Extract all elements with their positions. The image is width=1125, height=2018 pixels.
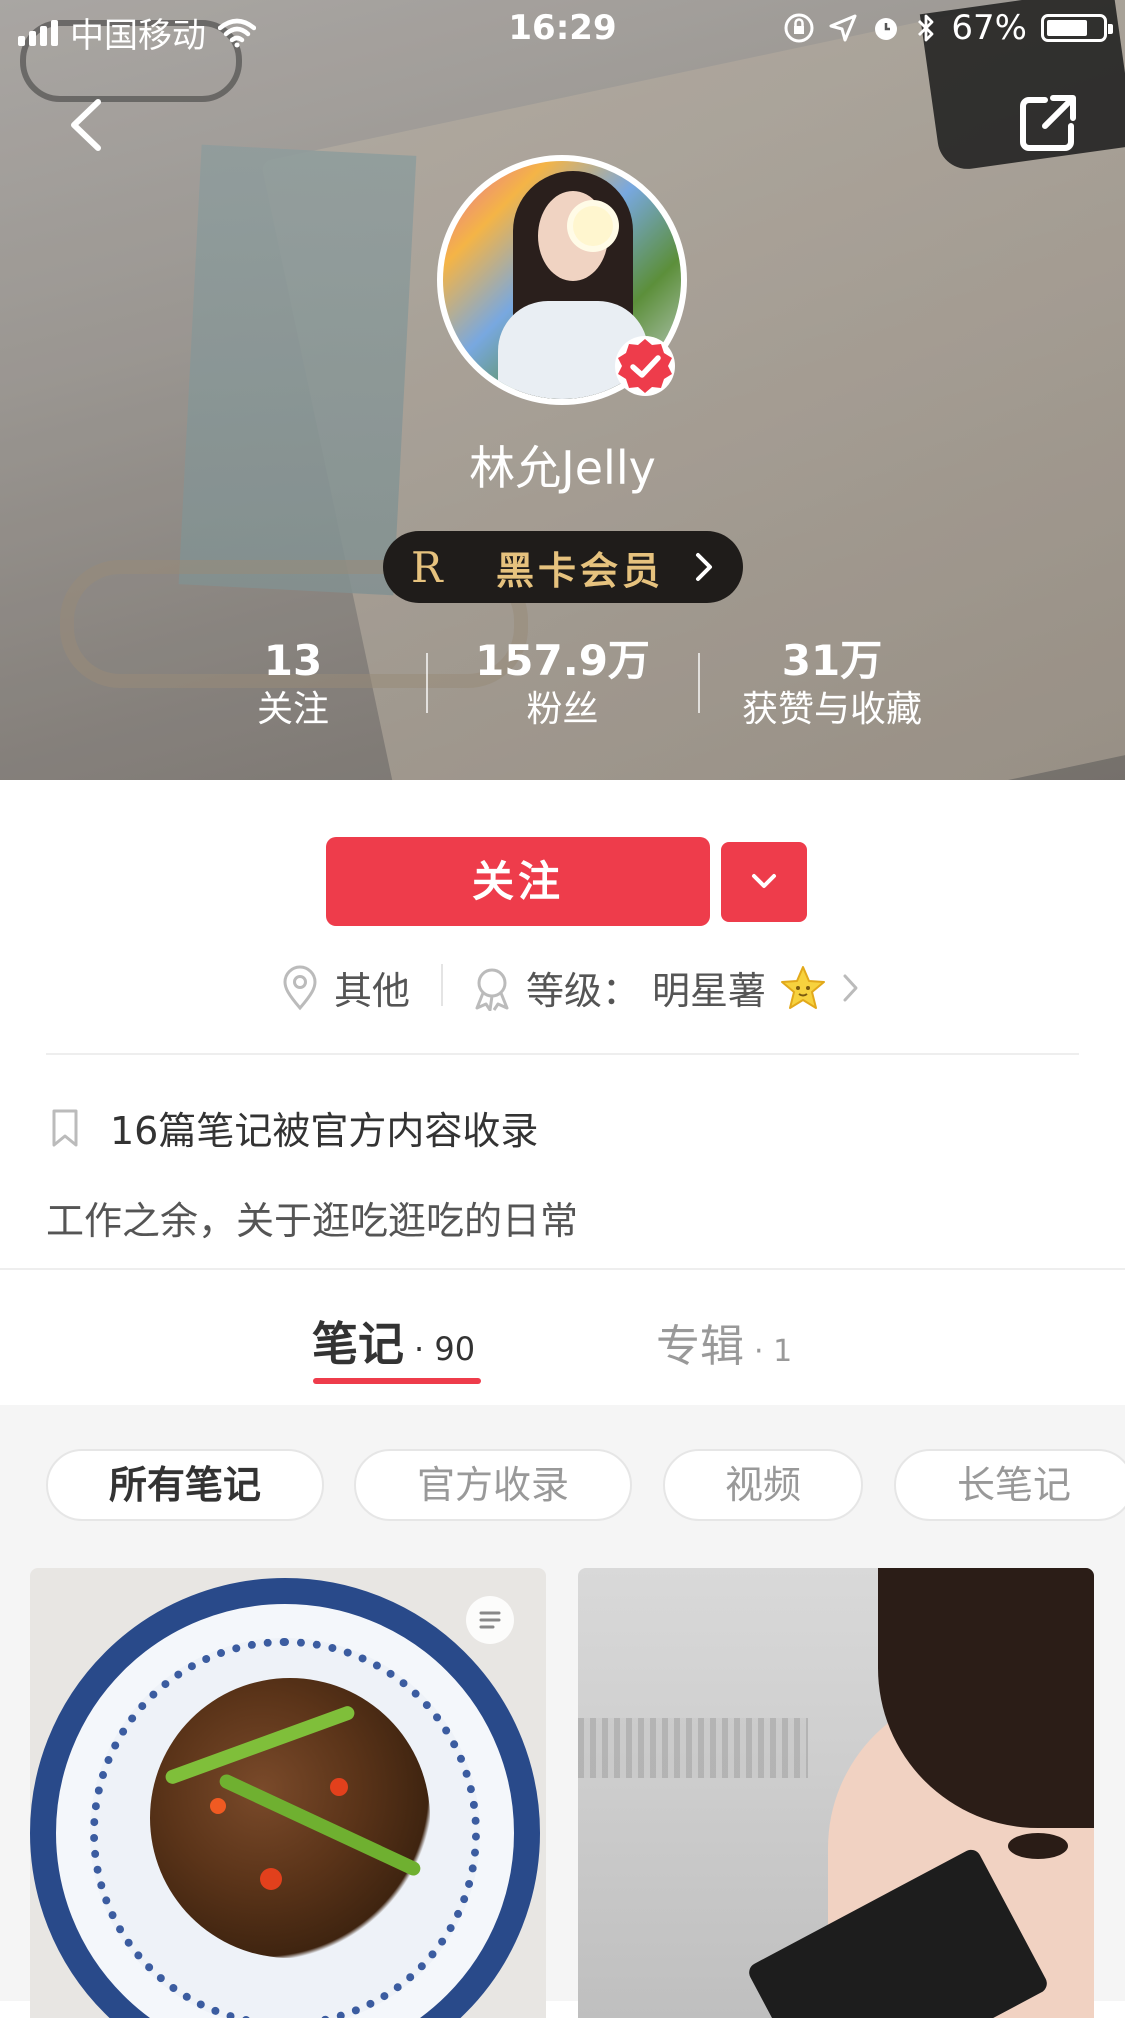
filter-all-notes[interactable]: 所有笔记	[46, 1449, 324, 1521]
stat-value: 157.9万	[475, 636, 650, 685]
status-bar: 中国移动 16:29 67%	[0, 0, 1125, 60]
multi-image-icon	[466, 1596, 514, 1644]
note-image-detail	[1008, 1833, 1068, 1859]
level-value: 明星薯	[652, 969, 767, 1013]
stat-label: 获赞与收藏	[741, 689, 922, 730]
stat-divider	[698, 653, 700, 713]
stat-followers[interactable]: 157.9万 粉丝	[440, 635, 685, 733]
stats-row: 13 关注 157.9万 粉丝 31万 获赞与收藏	[0, 635, 1125, 735]
note-image-detail	[260, 1868, 282, 1890]
vip-label: 黑卡会员	[495, 548, 664, 593]
stat-following[interactable]: 13 关注	[193, 635, 393, 733]
stat-value: 31万	[781, 636, 883, 685]
filter-official-collected[interactable]: 官方收录	[354, 1449, 632, 1521]
location-pin-icon	[283, 965, 317, 1010]
more-options-button[interactable]	[721, 842, 807, 922]
chevron-right-icon	[843, 974, 858, 1001]
profile-meta: 其他 等级： 明星薯	[0, 960, 1125, 1013]
level-info[interactable]: 等级： 明星薯	[470, 960, 862, 1015]
filter-long-notes[interactable]: 长笔记	[894, 1449, 1125, 1521]
username: 林允Jelly	[469, 441, 656, 495]
tab-albums[interactable]: 专辑 · 1	[656, 1310, 792, 1374]
note-image-detail	[578, 1718, 808, 1778]
battery-icon	[1041, 14, 1113, 42]
tab-label: 专辑	[656, 1321, 744, 1372]
follow-button[interactable]: 关注	[326, 837, 710, 926]
chevron-left-icon	[71, 99, 101, 151]
location-icon	[829, 14, 857, 42]
stat-likes-collects[interactable]: 31万 获赞与收藏	[712, 635, 952, 733]
chevron-down-icon	[752, 874, 776, 888]
status-right: 67%	[783, 8, 1113, 48]
back-button[interactable]	[58, 90, 118, 160]
vip-logo: R	[411, 542, 443, 592]
badge-ribbon-icon	[475, 968, 509, 1011]
bio: 工作之余，关于逛吃逛吃的日常	[46, 1199, 579, 1243]
tab-label: 笔记	[312, 1317, 404, 1371]
bookmark-icon	[52, 1109, 78, 1146]
chevron-right-icon	[696, 553, 712, 581]
note-card[interactable]	[578, 1568, 1094, 2018]
stat-value: 13	[263, 636, 323, 685]
level-label: 等级：	[526, 969, 641, 1013]
note-card[interactable]	[30, 1568, 546, 2018]
stat-label: 关注	[256, 689, 329, 730]
location-text: 其他	[334, 969, 411, 1013]
official-collected-info[interactable]: 16篇笔记被官方内容收录	[50, 1100, 538, 1155]
meta-divider	[441, 964, 443, 1006]
star-icon	[781, 965, 826, 1009]
note-image-detail	[210, 1798, 226, 1814]
bluetooth-icon	[918, 14, 934, 42]
note-image-detail	[330, 1778, 348, 1796]
share-button[interactable]	[1015, 90, 1081, 156]
profile-tabs: 笔记 · 90 专辑 · 1	[0, 1270, 1125, 1405]
tab-count: · 90	[414, 1330, 476, 1368]
profile-header: 中国移动 16:29 67% 林允Jelly R 黑卡会员 13 关注 157.…	[0, 0, 1125, 780]
alarm-icon	[875, 18, 898, 40]
stat-divider	[426, 653, 428, 713]
tab-count: · 1	[754, 1334, 793, 1369]
verified-check-icon	[615, 336, 675, 396]
divider	[46, 1053, 1079, 1055]
stat-label: 粉丝	[526, 689, 599, 730]
notes-section: 所有笔记 官方收录 视频 长笔记	[0, 1405, 1125, 2018]
active-tab-indicator	[313, 1378, 481, 1384]
tab-notes[interactable]: 笔记 · 90	[312, 1308, 475, 1374]
avatar-flower	[573, 206, 613, 246]
rotation-lock-icon	[784, 13, 814, 43]
location-info: 其他	[280, 960, 410, 1015]
vip-membership-badge[interactable]: R 黑卡会员	[383, 531, 743, 603]
battery-percent: 67%	[951, 8, 1027, 48]
share-external-icon	[1020, 95, 1076, 151]
collected-text: 16篇笔记被官方内容收录	[110, 1109, 539, 1153]
filter-video[interactable]: 视频	[663, 1449, 863, 1521]
